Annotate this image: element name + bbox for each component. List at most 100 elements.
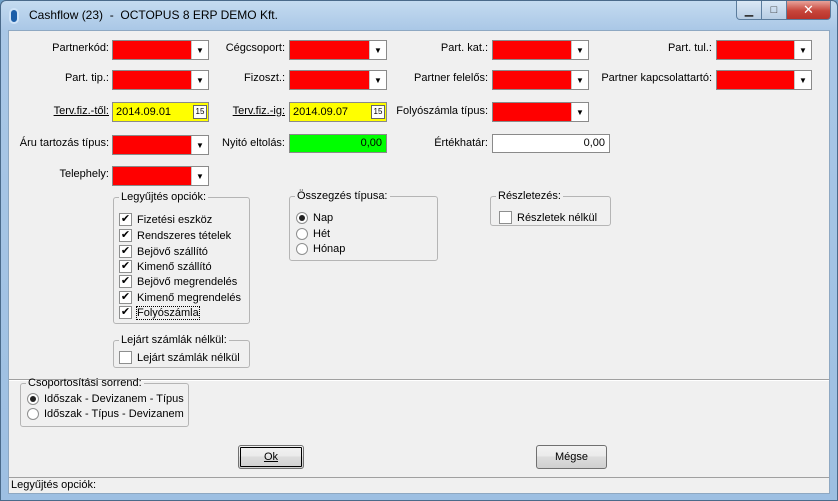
terv-fiz-ig-date[interactable]: 2014.09.07 15 [289, 102, 387, 122]
fizoszt-combo[interactable]: ▼ [289, 70, 387, 90]
part-tip-label: Part. tip.: [64, 72, 109, 84]
folyoszamla-tipus-combo[interactable]: ▼ [492, 102, 589, 122]
megse-button[interactable]: Mégse [536, 445, 607, 469]
aru-tartozas-tipus-label: Áru tartozás típus: [19, 137, 109, 149]
radio-icon [27, 407, 39, 420]
radio-icon [296, 242, 308, 255]
radio-label: Nap [313, 211, 334, 224]
radio-label: Hét [313, 227, 331, 240]
dropdown-arrow-icon[interactable]: ▼ [191, 41, 208, 59]
checkbox-check-icon: ✔ [119, 275, 132, 288]
minimize-button[interactable]: ▁ [736, 1, 762, 20]
cegcsoport-combo[interactable]: ▼ [289, 40, 387, 60]
checkbox-check-icon: ✔ [119, 306, 132, 319]
partner-felelos-combo[interactable]: ▼ [492, 70, 589, 90]
terv-fiz-tol-label: Terv.fiz.-től: [53, 105, 109, 117]
part-tul-combo[interactable]: ▼ [716, 40, 812, 60]
status-bar: Legyűjtés opciók: [9, 477, 829, 493]
radio-label: Időszak - Devizanem - Típus [44, 392, 184, 405]
aru-tartozas-tipus-combo[interactable]: ▼ [112, 135, 209, 155]
nyito-egyenleg-field[interactable]: 0,00 [289, 134, 387, 153]
partnerkod-label: Partnerkód: [52, 42, 109, 54]
telephely-combo[interactable]: ▼ [112, 166, 209, 186]
checkbox-check-icon: ✔ [119, 245, 132, 258]
kimeno-megrendeles-checkbox[interactable]: ✔ Kimenő megrendelés [119, 290, 241, 305]
close-button[interactable]: ✕ [787, 1, 831, 20]
partner-kapcsolattarto-combo[interactable]: ▼ [716, 70, 812, 90]
partnerkod-combo[interactable]: ▼ [112, 40, 209, 60]
calendar-icon[interactable]: 15 [193, 105, 207, 119]
ertekhatar-label: Értékhatár: [434, 137, 488, 149]
csoport-legend: Csoportosítási sorrend: [28, 377, 142, 389]
radio-selected-icon [27, 392, 39, 405]
title-bar[interactable]: Cashflow (23) - OCTOPUS 8 ERP DEMO Kft. … [1, 1, 837, 29]
checkbox-label: Kimenő szállító [137, 260, 212, 273]
ok-button[interactable]: Ok [238, 445, 304, 469]
part-tip-combo[interactable]: ▼ [112, 70, 209, 90]
checkbox-check-icon: ✔ [119, 260, 132, 273]
checkbox-label: Fizetési eszköz [137, 213, 213, 226]
idoszak-tipus-devizanem-radio[interactable]: Időszak - Típus - Devizanem [27, 406, 184, 421]
dropdown-arrow-icon[interactable]: ▼ [571, 71, 588, 89]
dropdown-arrow-icon[interactable]: ▼ [369, 71, 386, 89]
dropdown-arrow-icon[interactable]: ▼ [571, 41, 588, 59]
checkbox-label: Bejövő megrendelés [137, 275, 238, 288]
radio-label: Hónap [313, 242, 346, 255]
part-kat-combo[interactable]: ▼ [492, 40, 589, 60]
checkbox-check-icon: ✔ [119, 213, 132, 226]
app-icon [9, 8, 19, 24]
dropdown-arrow-icon[interactable]: ▼ [191, 71, 208, 89]
lejart-legend: Lejárt számlák nélkül: [121, 334, 227, 346]
nyito-egyenleg-label: Nyitó eltolás: [222, 137, 285, 149]
terv-fiz-tol-date[interactable]: 2014.09.01 15 [112, 102, 209, 122]
het-radio[interactable]: Hét [296, 226, 330, 241]
terv-fiz-ig-label: Terv.fiz.-ig: [232, 105, 285, 117]
checkbox-label: Kimenő megrendelés [137, 291, 241, 304]
checkbox-label: Részletek nélkül [517, 211, 598, 224]
part-tul-label: Part. tul.: [667, 42, 712, 54]
dropdown-arrow-icon[interactable]: ▼ [191, 167, 208, 185]
reszletezes-legend: Részletezés: [498, 190, 561, 202]
dropdown-arrow-icon[interactable]: ▼ [369, 41, 386, 59]
fizetesi-eszkoz-checkbox[interactable]: ✔ Fizetési eszköz [119, 212, 212, 227]
partner-kapcsolattarto-label: Partner kapcsolattartó: [601, 72, 712, 84]
bejovo-megrendeles-checkbox[interactable]: ✔ Bejövő megrendelés [119, 274, 237, 289]
partner-felelos-label: Partner felelős: [414, 72, 488, 84]
checkbox-empty-icon [119, 351, 132, 364]
dropdown-arrow-icon[interactable]: ▼ [794, 71, 811, 89]
honap-radio[interactable]: Hónap [296, 241, 345, 256]
checkbox-label: Lejárt számlák nélkül [137, 351, 240, 364]
window-controls: ▁ □ ✕ [736, 1, 831, 21]
ok-button-label: Ok [263, 451, 279, 463]
window-title: Cashflow (23) - OCTOPUS 8 ERP DEMO Kft. [29, 8, 278, 22]
idoszak-devizanem-tipus-radio[interactable]: Időszak - Devizanem - Típus [27, 391, 184, 406]
dialog-body: Partnerkód: ▼ Cégcsoport: ▼ Part. kat.: … [8, 30, 830, 494]
rendszeres-tetelek-checkbox[interactable]: ✔ Rendszeres tételek [119, 228, 231, 243]
checkbox-empty-icon [499, 211, 512, 224]
folyoszamla-checkbox[interactable]: ✔ Folyószámla [119, 305, 200, 320]
dropdown-arrow-icon[interactable]: ▼ [191, 136, 208, 154]
radio-icon [296, 227, 308, 240]
part-kat-label: Part. kat.: [440, 42, 488, 54]
checkbox-check-icon: ✔ [119, 291, 132, 304]
cegcsoport-label: Cégcsoport: [225, 42, 285, 54]
telephely-label: Telephely: [59, 168, 109, 180]
reszletek-nelkul-checkbox[interactable]: Részletek nélkül [499, 210, 597, 225]
nap-radio[interactable]: Nap [296, 210, 333, 225]
ertekhatar-field[interactable]: 0,00 [492, 134, 610, 153]
kimeno-szallito-checkbox[interactable]: ✔ Kimenő szállító [119, 259, 212, 274]
gyujtes-options-legend: Legyűjtés opciók: [121, 191, 206, 203]
lejart-szamlak-nelkul-checkbox[interactable]: Lejárt számlák nélkül [119, 350, 240, 365]
checkbox-label: Bejövő szállító [137, 245, 208, 258]
terv-fiz-ig-value: 2014.09.07 [293, 106, 349, 118]
maximize-button[interactable]: □ [762, 1, 787, 20]
checkbox-check-icon: ✔ [119, 229, 132, 242]
dropdown-arrow-icon[interactable]: ▼ [794, 41, 811, 59]
calendar-icon[interactable]: 15 [371, 105, 385, 119]
dropdown-arrow-icon[interactable]: ▼ [571, 103, 588, 121]
checkbox-label: Folyószámla [136, 305, 200, 320]
radio-label: Időszak - Típus - Devizanem [44, 407, 184, 420]
bejovo-szallito-checkbox[interactable]: ✔ Bejövő szállító [119, 244, 208, 259]
terv-fiz-tol-value: 2014.09.01 [116, 106, 172, 118]
radio-selected-icon [296, 211, 308, 224]
